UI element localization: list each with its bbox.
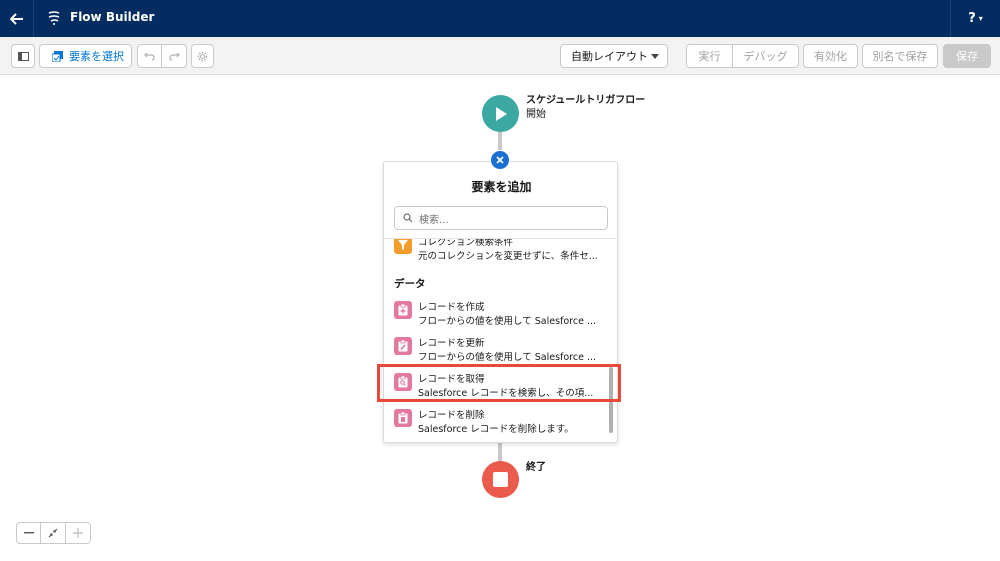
- chevron-down-icon: ▾: [978, 14, 983, 23]
- close-icon: [496, 156, 504, 164]
- list-item-title: レコードを取得: [418, 374, 485, 385]
- get-record-icon: [394, 373, 412, 391]
- list-item-create-records[interactable]: レコードを作成 フローからの値を使用して Salesforce ...: [394, 296, 599, 330]
- app-title: Flow Builder: [70, 10, 155, 24]
- back-button[interactable]: [0, 0, 34, 37]
- play-icon: [495, 106, 507, 121]
- list-item-description: フローからの値を使用して Salesforce ...: [418, 352, 597, 363]
- start-node[interactable]: [482, 95, 519, 132]
- layout-select-value: 自動レイアウト: [571, 50, 648, 63]
- zoom-controls: [16, 522, 91, 544]
- arrow-left-icon: [9, 12, 23, 25]
- list-item-title: レコードを削除: [418, 410, 485, 421]
- activate-button[interactable]: 有効化: [803, 44, 858, 68]
- chevron-down-icon: [651, 54, 659, 59]
- app-header: Flow Builder ? ▾: [0, 0, 1000, 37]
- save-as-button[interactable]: 別名で保存: [862, 44, 938, 68]
- zoom-out-button[interactable]: [17, 523, 42, 543]
- panel-title: 要素を追加: [471, 180, 532, 194]
- list-item-description: 元のコレクションを変更せずに、条件セ...: [418, 251, 598, 262]
- minus-icon: [23, 532, 34, 534]
- panel-toggle-icon: [17, 51, 29, 61]
- element-list: コレクション検索条件 元のコレクションを変更せずに、条件セ... データ レコー…: [384, 238, 617, 442]
- create-record-icon: [394, 301, 412, 319]
- settings-button[interactable]: [191, 44, 214, 68]
- delete-record-icon: [394, 409, 412, 427]
- list-item-delete-records[interactable]: レコードを削除 Salesforce レコードを削除します。: [394, 404, 599, 438]
- select-elements-icon: [52, 50, 63, 62]
- start-node-subtitle: 開始: [526, 109, 546, 120]
- stop-icon: [493, 472, 508, 487]
- element-search-input[interactable]: 検索...: [394, 206, 608, 230]
- help-label: ?: [968, 11, 976, 26]
- help-menu-button[interactable]: ? ▾: [950, 0, 1000, 37]
- list-item-get-records[interactable]: レコードを取得 Salesforce レコードを検索し、その項...: [394, 368, 599, 402]
- save-button[interactable]: 保存: [943, 44, 991, 68]
- debug-button[interactable]: デバッグ: [733, 45, 798, 67]
- undo-redo-group: [137, 44, 187, 68]
- undo-icon: [144, 52, 155, 61]
- close-add-menu-button[interactable]: [490, 150, 510, 170]
- search-placeholder: 検索...: [419, 214, 449, 226]
- list-item-update-records[interactable]: レコードを更新 フローからの値を使用して Salesforce ...: [394, 332, 599, 366]
- plus-icon: [72, 528, 83, 538]
- list-item-description: Salesforce レコードを削除します。: [418, 424, 574, 435]
- panel-scrollbar[interactable]: [609, 367, 613, 433]
- select-elements-button[interactable]: 要素を選択: [39, 44, 132, 68]
- start-node-title: スケジュールトリガフロー: [526, 95, 646, 106]
- list-item-description: Salesforce レコードを検索し、その項...: [418, 388, 594, 399]
- search-icon: [403, 213, 413, 223]
- update-record-icon: [394, 337, 412, 355]
- collapse-arrows-icon: [48, 528, 58, 538]
- list-item-title: レコードを更新: [418, 338, 485, 349]
- add-element-panel: 要素を追加 検索... コレクション検索条件 元のコレクションを変更せずに、条件…: [383, 161, 618, 443]
- run-button[interactable]: 実行: [687, 45, 733, 67]
- end-node[interactable]: [482, 461, 519, 498]
- section-heading-data: データ: [394, 278, 426, 290]
- undo-button[interactable]: [138, 45, 162, 67]
- filter-icon: [394, 239, 412, 254]
- list-item-description: フローからの値を使用して Salesforce ...: [418, 316, 597, 327]
- toggle-panel-button[interactable]: [11, 44, 35, 68]
- run-debug-group: 実行 デバッグ: [686, 44, 799, 68]
- redo-icon: [168, 52, 180, 61]
- list-item-collection-filter[interactable]: コレクション検索条件 元のコレクションを変更せずに、条件セ...: [394, 238, 599, 265]
- gear-icon: [197, 51, 208, 61]
- flow-app-icon: [48, 11, 60, 25]
- end-node-label: 終了: [526, 462, 546, 473]
- list-item-title: コレクション検索条件: [418, 238, 514, 248]
- fit-view-button[interactable]: [41, 523, 66, 543]
- list-item-title: レコードを作成: [418, 302, 485, 313]
- redo-button[interactable]: [162, 45, 186, 67]
- toolbar: 要素を選択 自動レイアウト 実行 デバッグ 有効化 別名で保存 保存: [0, 37, 1000, 75]
- zoom-in-button[interactable]: [66, 523, 90, 543]
- layout-select[interactable]: 自動レイアウト: [560, 44, 668, 68]
- select-elements-label: 要素を選択: [69, 50, 124, 63]
